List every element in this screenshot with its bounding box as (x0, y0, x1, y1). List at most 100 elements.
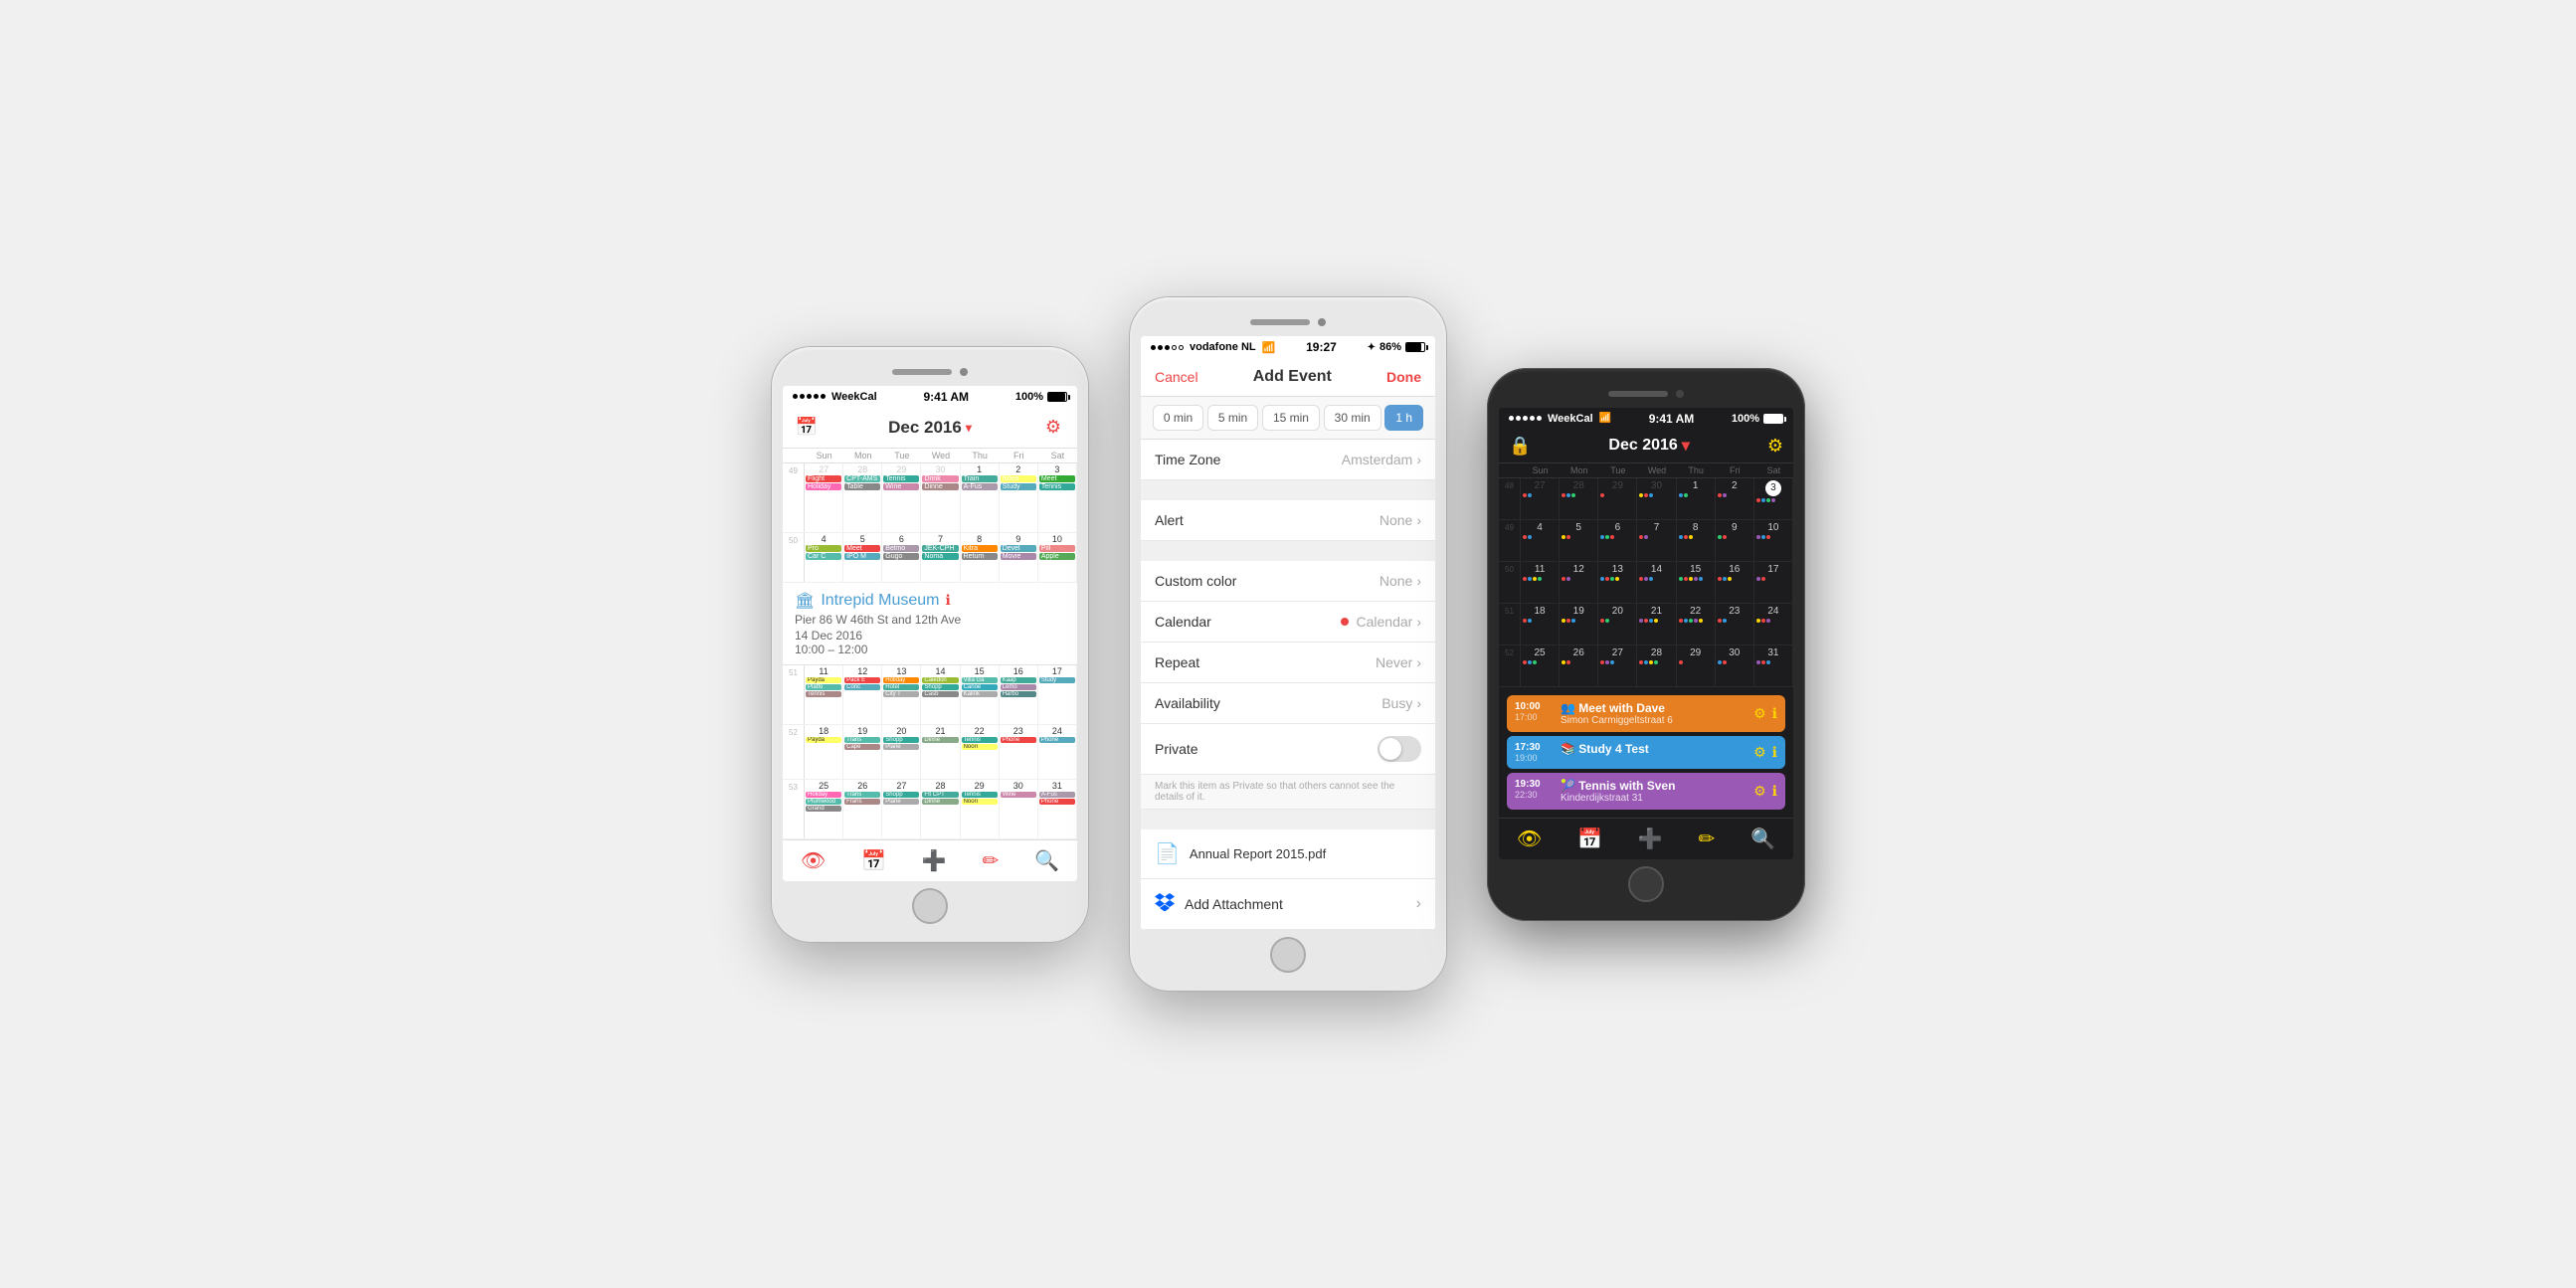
dark-day-dec20[interactable]: 20 (1598, 604, 1637, 644)
cal-day-dec1[interactable]: 1 Train A-Fus (961, 463, 1000, 532)
nav-add[interactable]: ➕ (922, 848, 947, 873)
cal-day-dec12[interactable]: 12 Pack E Conc (843, 665, 882, 724)
dark-day-dec3[interactable]: 3 (1754, 478, 1793, 519)
cal-day-dec15[interactable]: 15 Villa Ga Canoe Kalink (961, 665, 1000, 724)
dark-day-dec5[interactable]: 5 (1560, 520, 1598, 561)
dark-day-dec28[interactable]: 28 (1637, 645, 1676, 686)
calendar-icon-left[interactable]: 📅 (793, 414, 821, 442)
p3-nav-add[interactable]: ➕ (1638, 827, 1663, 851)
dark-day-dec23[interactable]: 23 (1716, 604, 1754, 644)
dark-day-dec13[interactable]: 13 (1598, 562, 1637, 603)
dark-day-dec22[interactable]: 22 (1677, 604, 1716, 644)
event-info-icon[interactable]: ℹ (945, 592, 950, 609)
event-detail-card[interactable]: 🏛 Intrepid Museum ℹ Pier 86 W 46th St an… (783, 583, 1077, 665)
cal-day-dec26[interactable]: 26 Trans Frans (843, 780, 882, 838)
dark-day-dec18[interactable]: 18 (1521, 604, 1560, 644)
attachment-pdf-row[interactable]: 📄 Annual Report 2015.pdf (1141, 829, 1435, 879)
cal-day-dec8[interactable]: 8 Kitra Return (961, 533, 1000, 582)
event-card-study[interactable]: 17:30 19:00 📚 Study 4 Test ⚙ ℹ (1507, 736, 1785, 769)
dark-day-dec31[interactable]: 31 (1754, 645, 1793, 686)
cal-day-dec28[interactable]: 28 Flt CPT Dinne (921, 780, 960, 838)
nav-eye[interactable]: 👁 (801, 848, 826, 873)
dark-day-dec12[interactable]: 12 (1560, 562, 1598, 603)
chip-30min[interactable]: 30 min (1324, 405, 1381, 431)
dark-day-dec10[interactable]: 10 (1754, 520, 1793, 561)
dark-day-dec8[interactable]: 8 (1677, 520, 1716, 561)
chip-0min[interactable]: 0 min (1153, 405, 1203, 431)
availability-row[interactable]: Availability Busy › (1141, 683, 1435, 724)
dark-day-dec25[interactable]: 25 (1521, 645, 1560, 686)
cal-day-dec21[interactable]: 21 Dinne (921, 725, 960, 779)
phone1-month-title[interactable]: Dec 2016 ▾ (888, 418, 972, 438)
cal-day-dec2[interactable]: 2 Noori Study (1000, 463, 1038, 532)
cal-day-dec7[interactable]: 7 JEK-CPH Noma (921, 533, 960, 582)
dark-day-dec11[interactable]: 11 (1521, 562, 1560, 603)
event-card-tennis[interactable]: 19:30 22:30 🎾 Tennis with Sven Kinderdij… (1507, 773, 1785, 810)
nav-edit[interactable]: ✏ (983, 848, 1000, 873)
cal-day-dec6[interactable]: 6 Belmo Gugo (882, 533, 921, 582)
event-card-meet-dave[interactable]: 10:00 17:00 👥 Meet with Dave Simon Carmi… (1507, 695, 1785, 732)
cal-day-dec20[interactable]: 20 Shopp Plane (882, 725, 921, 779)
cal-day-dec9[interactable]: 9 Devel Movie (1000, 533, 1038, 582)
p3-nav-search[interactable]: 🔍 (1750, 827, 1775, 851)
alert-row[interactable]: Alert None › (1141, 500, 1435, 541)
dark-day-dec24[interactable]: 24 (1754, 604, 1793, 644)
timezone-row[interactable]: Time Zone Amsterdam › (1141, 440, 1435, 480)
dark-day-dec27[interactable]: 27 (1598, 645, 1637, 686)
cal-day-dec22[interactable]: 22 Tennis Noori (961, 725, 1000, 779)
cal-day-dec4[interactable]: 4 Pro Car C (805, 533, 843, 582)
cal-day-nov27[interactable]: 27 Flight Holiday (805, 463, 843, 532)
nav-search[interactable]: 🔍 (1034, 848, 1059, 873)
dark-day-dec19[interactable]: 19 (1560, 604, 1598, 644)
event-gear-tennis[interactable]: ⚙ (1753, 783, 1766, 800)
event-info-btn-meet[interactable]: ℹ (1772, 705, 1777, 722)
add-attachment-label[interactable]: Add Attachment (1185, 896, 1283, 912)
dark-day-dec21[interactable]: 21 (1637, 604, 1676, 644)
cal-day-dec17[interactable]: 17 Study (1038, 665, 1077, 724)
cal-day-dec19[interactable]: 19 Trans Cape (843, 725, 882, 779)
dark-day-dec29[interactable]: 29 (1677, 645, 1716, 686)
phone2-home-button[interactable] (1270, 937, 1306, 973)
cal-day-dec5[interactable]: 5 Meet IPO M (843, 533, 882, 582)
chip-15min[interactable]: 15 min (1262, 405, 1320, 431)
dark-day-dec4[interactable]: 4 (1521, 520, 1560, 561)
private-row[interactable]: Private (1141, 724, 1435, 775)
cal-day-dec3[interactable]: 3 Meet Tennis (1038, 463, 1077, 532)
cal-day-dec14[interactable]: 14 Caledon Shopp Casb (921, 665, 960, 724)
settings-icon[interactable]: ⚙ (1039, 414, 1067, 442)
event-gear-meet[interactable]: ⚙ (1753, 705, 1766, 722)
dark-day-nov28[interactable]: 28 (1560, 478, 1598, 519)
cal-day-dec30[interactable]: 30 Wine (1000, 780, 1038, 838)
dark-day-dec30[interactable]: 30 (1716, 645, 1754, 686)
cal-day-nov28[interactable]: 28 CPT-AMS Table (843, 463, 882, 532)
dark-day-dec2[interactable]: 2 (1716, 478, 1754, 519)
dark-day-dec15[interactable]: 15 (1677, 562, 1716, 603)
cal-day-nov29[interactable]: 29 Tennis Wine (882, 463, 921, 532)
dark-day-dec6[interactable]: 6 (1598, 520, 1637, 561)
dark-day-nov30[interactable]: 30 (1637, 478, 1676, 519)
custom-color-row[interactable]: Custom color None › (1141, 561, 1435, 602)
phone3-home-button[interactable] (1628, 866, 1664, 902)
cal-day-dec18[interactable]: 18 Payda (805, 725, 843, 779)
p3-nav-edit[interactable]: ✏ (1699, 827, 1716, 851)
dark-day-nov27[interactable]: 27 (1521, 478, 1560, 519)
cal-day-dec16[interactable]: 16 Kaap Lemo Harbo (1000, 665, 1038, 724)
add-attachment-row[interactable]: Add Attachment › (1141, 879, 1435, 930)
dark-day-dec16[interactable]: 16 (1716, 562, 1754, 603)
cal-day-dec24[interactable]: 24 Phone (1038, 725, 1077, 779)
cal-day-dec11[interactable]: 11 Payda Platfo Tennis (805, 665, 843, 724)
chip-5min[interactable]: 5 min (1207, 405, 1258, 431)
cal-day-dec23[interactable]: 23 Phone (1000, 725, 1038, 779)
cal-day-dec27[interactable]: 27 Shopp Plane (882, 780, 921, 838)
dark-day-dec7[interactable]: 7 (1637, 520, 1676, 561)
dark-day-dec1[interactable]: 1 (1677, 478, 1716, 519)
dark-day-dec17[interactable]: 17 (1754, 562, 1793, 603)
private-toggle[interactable] (1378, 736, 1421, 762)
phone3-settings-icon[interactable]: ⚙ (1767, 436, 1783, 457)
event-gear-study[interactable]: ⚙ (1753, 744, 1766, 761)
dark-day-dec26[interactable]: 26 (1560, 645, 1598, 686)
dark-day-dec14[interactable]: 14 (1637, 562, 1676, 603)
calendar-row[interactable]: Calendar Calendar › (1141, 602, 1435, 643)
cal-day-dec25[interactable]: 25 Holiday Plumwood Grand (805, 780, 843, 838)
event-info-btn-study[interactable]: ℹ (1772, 744, 1777, 761)
